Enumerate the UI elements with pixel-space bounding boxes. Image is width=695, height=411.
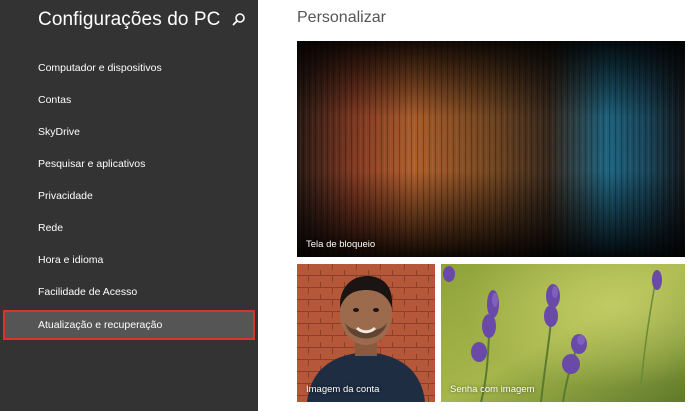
lock-screen-label: Tela de bloqueio <box>306 239 376 250</box>
account-picture-tile[interactable]: Imagem da conta <box>297 264 435 402</box>
account-picture-label: Imagem da conta <box>306 384 380 395</box>
sidebar-title: Configurações do PC <box>38 9 221 30</box>
sidebar-item-accounts[interactable]: Contas <box>3 85 255 115</box>
sidebar-item-time-language[interactable]: Hora e idioma <box>3 245 255 275</box>
search-icon[interactable] <box>232 12 246 26</box>
lock-screen-image <box>297 41 685 257</box>
picture-password-label: Senha com imagem <box>450 384 535 395</box>
sidebar-item-skydrive[interactable]: SkyDrive <box>3 117 255 147</box>
page-title: Personalizar <box>297 9 386 26</box>
sidebar-item-ease-of-access[interactable]: Facilidade de Acesso <box>3 277 255 307</box>
lock-screen-tile[interactable]: Tela de bloqueio <box>297 41 685 257</box>
sidebar-item-privacy[interactable]: Privacidade <box>3 181 255 211</box>
sidebar-item-computer-devices[interactable]: Computador e dispositivos <box>3 53 255 83</box>
lavender-photo <box>441 264 685 402</box>
main-content: Personalizar Tela de bloqueio Imagem da … <box>258 0 695 411</box>
sidebar-item-network[interactable]: Rede <box>3 213 255 243</box>
sidebar-item-update-recovery[interactable]: Atualização e recuperação <box>3 310 255 340</box>
pc-settings-window: Configurações do PC Computador e disposi… <box>0 0 695 411</box>
picture-password-tile[interactable]: Senha com imagem <box>441 264 685 402</box>
sidebar-item-search-apps[interactable]: Pesquisar e aplicativos <box>3 149 255 179</box>
account-photo <box>297 264 435 402</box>
sidebar: Configurações do PC Computador e disposi… <box>0 0 258 411</box>
